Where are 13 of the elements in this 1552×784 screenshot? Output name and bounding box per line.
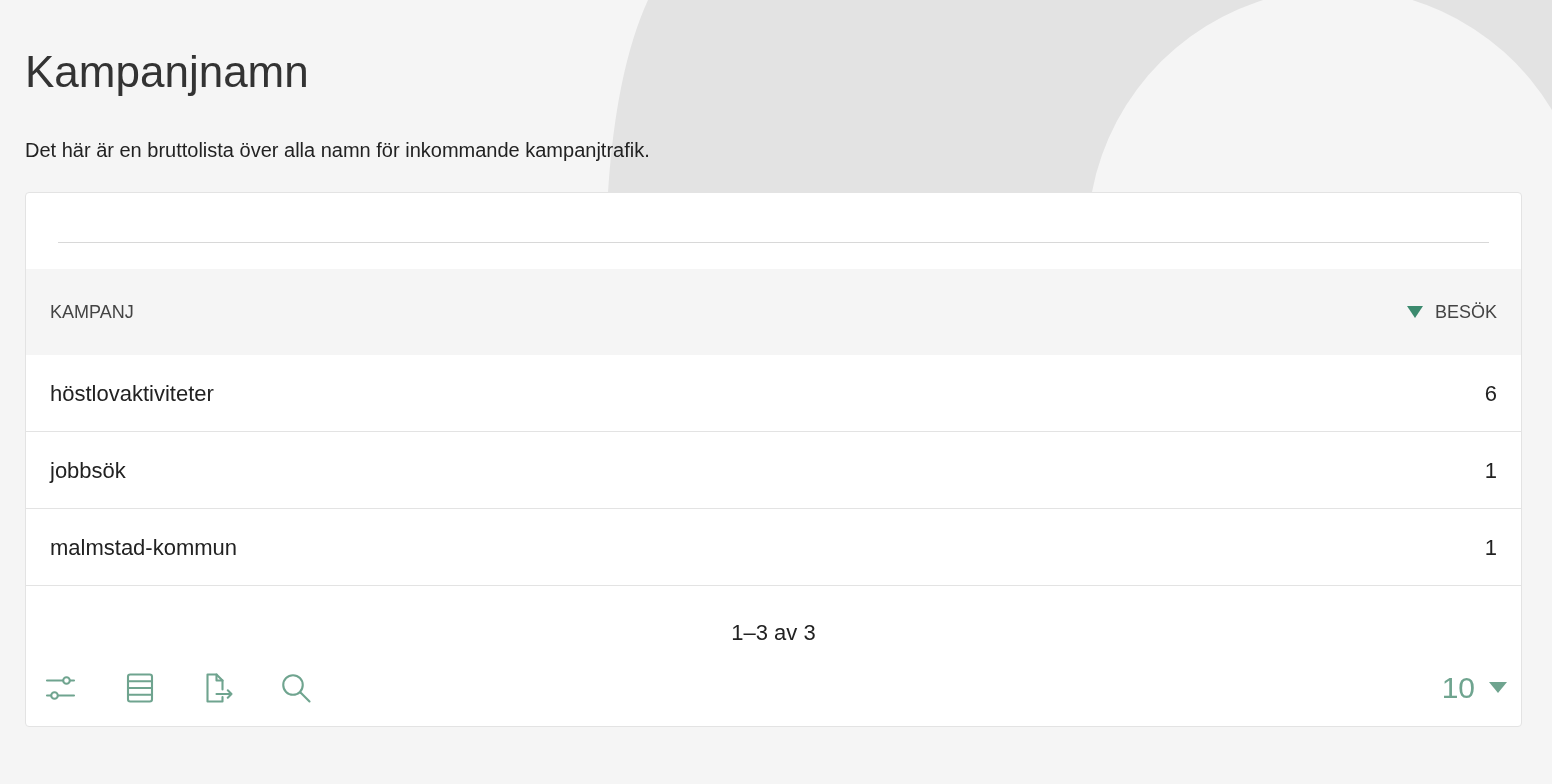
sort-descending-icon xyxy=(1406,306,1423,318)
pagination-info: 1–3 av 3 xyxy=(731,619,816,647)
table-cell-text: 1 xyxy=(1484,456,1497,485)
table-cell-text: 6 xyxy=(1484,379,1497,408)
table-cell-text: höstlovaktiviteter xyxy=(50,379,214,408)
caret-icon xyxy=(1489,682,1507,693)
table-cell-text: jobbsök xyxy=(50,456,126,485)
page-title: Kampanjnamn xyxy=(25,46,309,98)
table-cell-text: malmstad-kommun xyxy=(50,533,238,562)
column-header[interactable]: KAMPANJ xyxy=(50,298,134,326)
column-header[interactable]: BESÖK xyxy=(1406,298,1497,326)
table-cell-text: 1 xyxy=(1484,533,1497,562)
page-description: Det här är en bruttolista över alla namn för inkommande kampanjtrafik. xyxy=(25,138,650,163)
